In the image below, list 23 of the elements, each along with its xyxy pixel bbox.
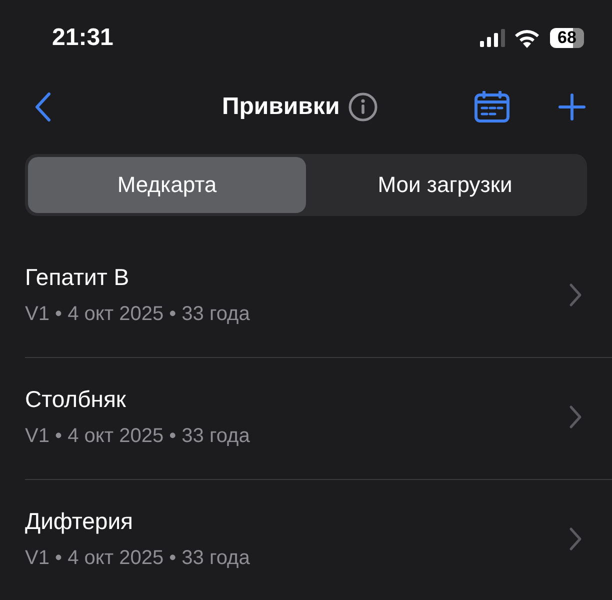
vaccine-details: V1 • 4 окт 2025 • 33 года bbox=[25, 424, 250, 448]
calendar-icon[interactable] bbox=[474, 91, 510, 123]
battery-icon: 68 bbox=[550, 28, 584, 48]
vaccine-name: Столбняк bbox=[25, 386, 127, 412]
chevron-icon bbox=[569, 282, 582, 306]
screen-title: Прививки bbox=[222, 93, 340, 121]
vaccine-row[interactable]: Дифтерия V1 • 4 окт 2025 • 33 года bbox=[25, 480, 612, 600]
vaccine-details: V1 • 4 окт 2025 • 33 года bbox=[25, 546, 250, 570]
back-icon[interactable] bbox=[34, 92, 52, 122]
vaccine-name: Дифтерия bbox=[25, 508, 134, 534]
vaccine-row[interactable]: Гепатит B V1 • 4 окт 2025 • 33 года bbox=[25, 236, 612, 358]
info-icon[interactable] bbox=[348, 92, 378, 122]
segment-tab[interactable]: Медкарта bbox=[28, 157, 306, 213]
vaccine-details: V1 • 4 окт 2025 • 33 года bbox=[25, 302, 250, 326]
segment-tab[interactable]: Мои загрузки bbox=[306, 157, 584, 213]
add-icon[interactable] bbox=[558, 93, 586, 121]
chevron-icon bbox=[569, 526, 582, 550]
status-time: 21:31 bbox=[52, 24, 114, 52]
vaccine-name: Гепатит B bbox=[25, 264, 130, 290]
wifi-icon bbox=[514, 28, 540, 48]
chevron-icon bbox=[569, 404, 582, 428]
vaccine-row[interactable]: Столбняк V1 • 4 окт 2025 • 33 года bbox=[25, 358, 612, 480]
signal-icon bbox=[480, 29, 506, 47]
